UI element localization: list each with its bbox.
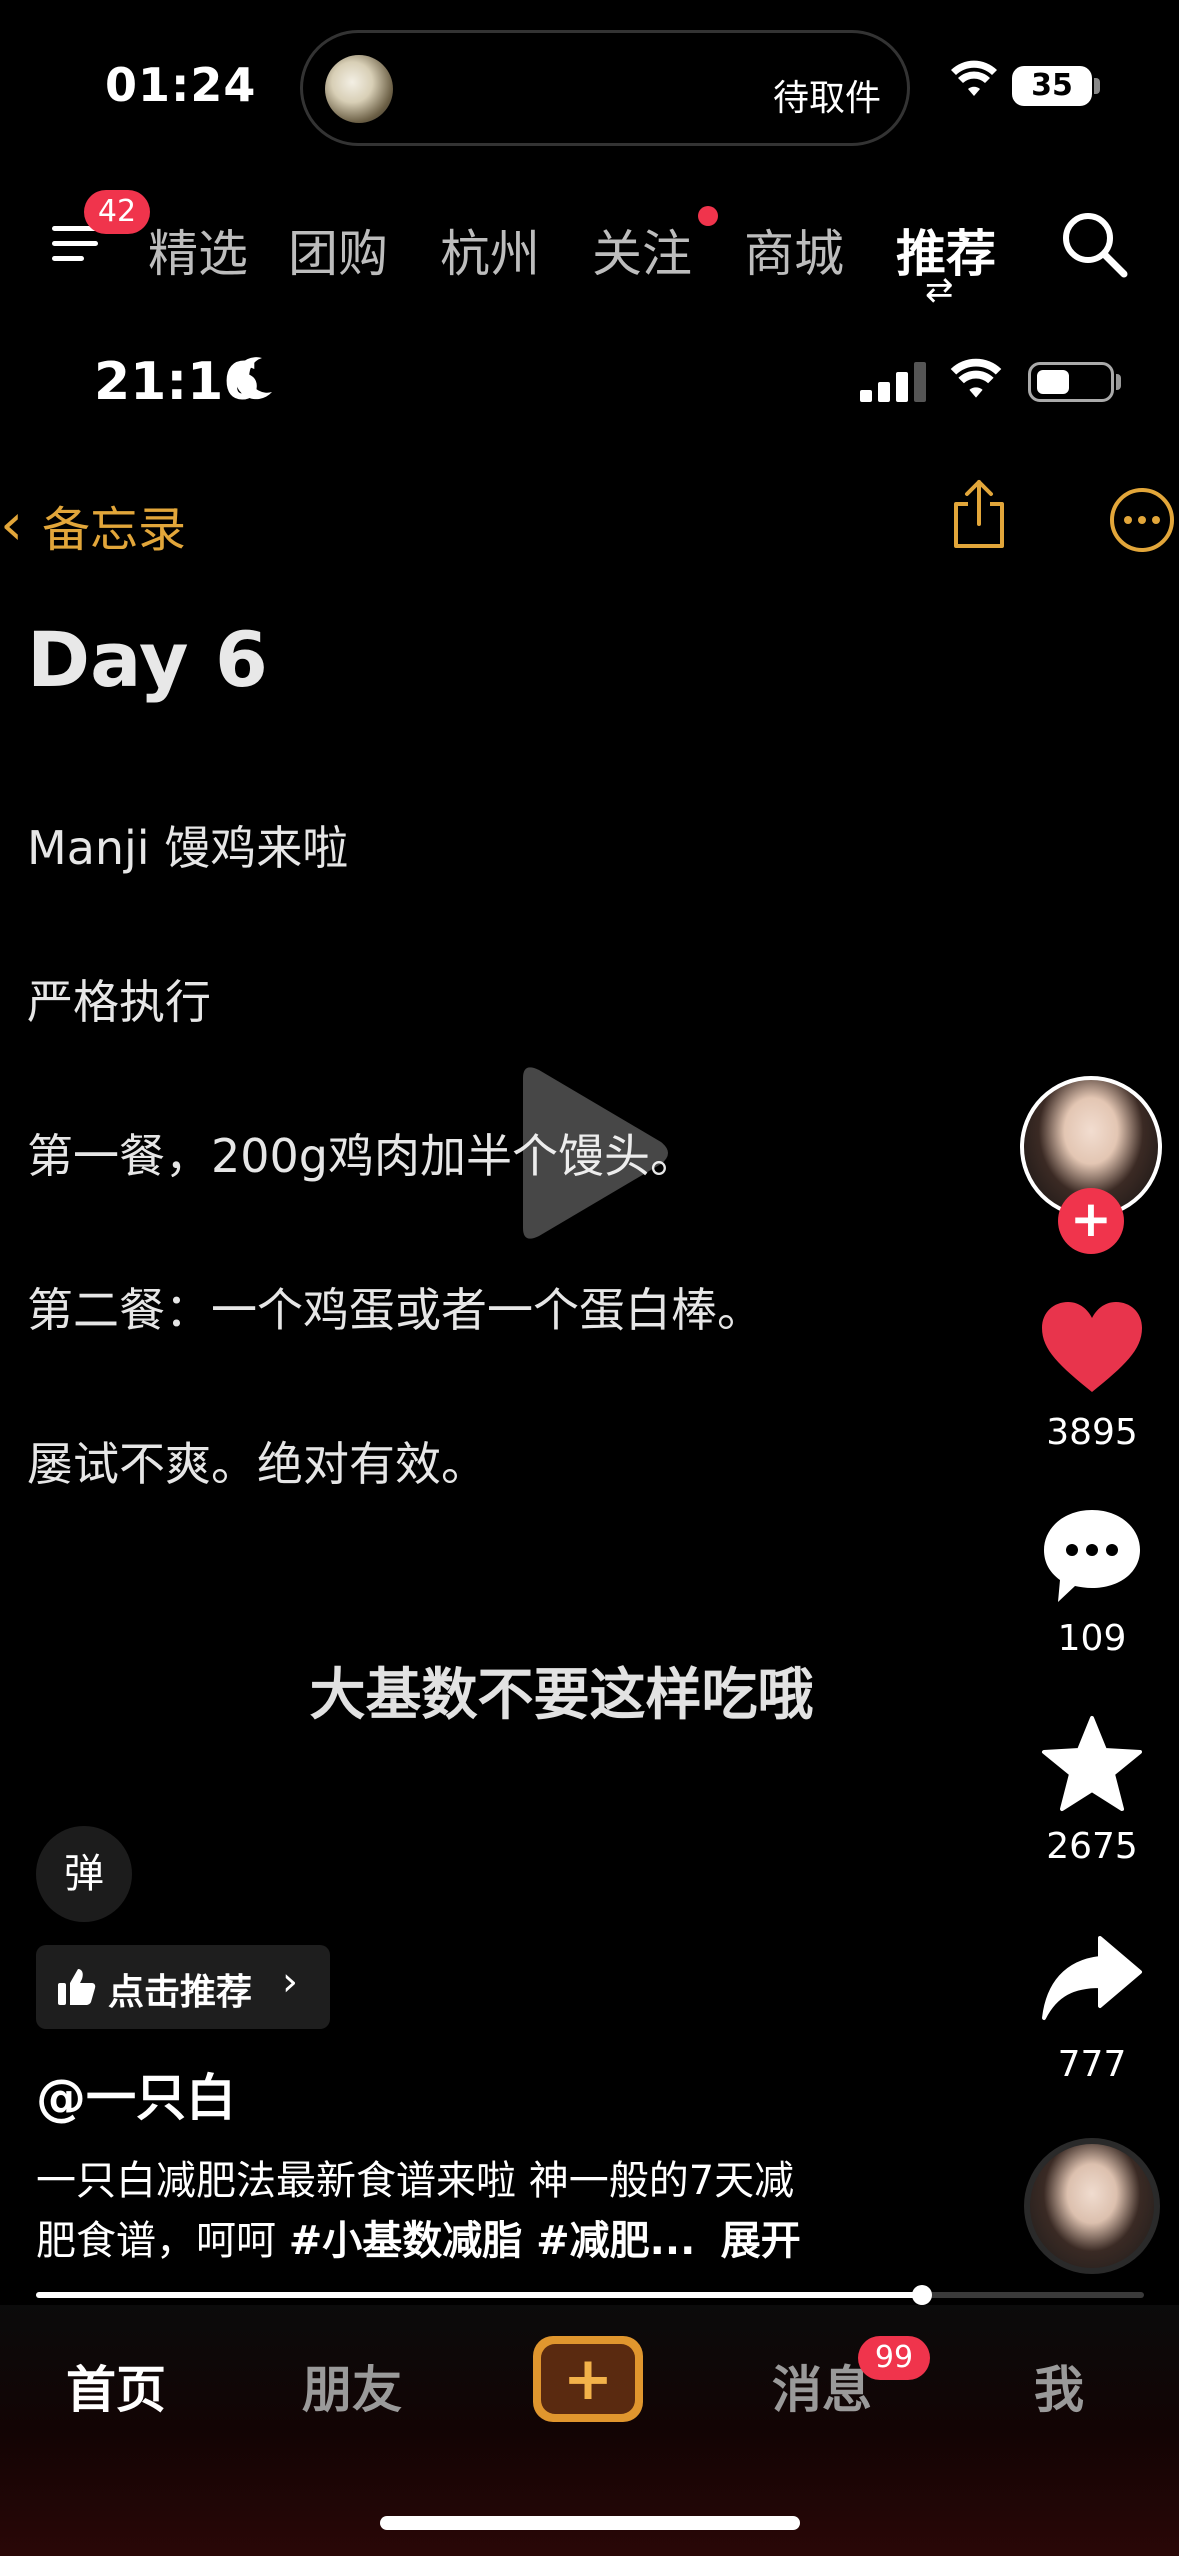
description-text: 肥食谱，呵呵	[36, 2218, 289, 2264]
battery-cap	[1094, 78, 1100, 94]
tab-group-buy[interactable]: 团购	[288, 214, 388, 286]
recommend-label: 点击推荐	[108, 1972, 253, 2013]
switch-arrows-icon: ⇄	[925, 270, 954, 310]
chevron-right-icon: ›	[282, 1959, 298, 2005]
chevron-left-icon: ‹	[0, 490, 24, 558]
following-dot	[698, 206, 718, 226]
notes-back-label: 备忘录	[42, 502, 187, 558]
video-battery-fill	[1037, 370, 1069, 394]
share-icon	[954, 480, 1004, 548]
package-thumbnail	[325, 55, 393, 123]
messages-badge: 99	[858, 2336, 930, 2380]
video-wifi-icon	[950, 358, 1002, 398]
play-icon[interactable]	[505, 1058, 675, 1248]
tab-me[interactable]: 我	[1034, 2350, 1084, 2422]
star-icon[interactable]	[1040, 1714, 1144, 1814]
note-line: 屡试不爽。绝对有效。	[27, 1437, 487, 1491]
tab-messages[interactable]: 消息	[772, 2350, 872, 2422]
share-arrow-icon[interactable]	[1040, 1932, 1144, 2028]
tab-home[interactable]: 首页	[66, 2350, 166, 2422]
search-icon[interactable]	[1060, 210, 1130, 280]
tab-hangzhou[interactable]: 杭州	[440, 214, 540, 286]
note-line: Manji 馒鸡来啦	[27, 821, 349, 875]
cellular-signal-icon	[860, 362, 926, 402]
moon-icon	[235, 357, 272, 400]
video-battery-cap	[1116, 374, 1121, 390]
description-line-2: 肥食谱，呵呵 #小基数减脂 #减肥... 展开	[36, 2208, 936, 2266]
comment-count: 109	[1057, 1618, 1127, 1659]
battery-icon: 35	[1012, 66, 1092, 106]
video-progress[interactable]	[36, 2285, 1144, 2305]
description-line: 一只白减肥法最新食谱来啦 神一般的7天减	[36, 2158, 795, 2204]
hashtags[interactable]: #小基数减脂 #减肥...	[289, 2218, 696, 2264]
menu-badge: 42	[84, 190, 150, 234]
island-label: 待取件	[772, 78, 881, 119]
video-battery-icon	[1028, 362, 1114, 402]
progress-fill	[36, 2292, 923, 2298]
follow-button[interactable]: +	[1058, 1188, 1124, 1254]
author-name[interactable]: @一只白	[36, 2058, 236, 2130]
note-title: Day 6	[27, 615, 268, 704]
create-button[interactable]: +	[533, 2336, 643, 2422]
tab-friends[interactable]: 朋友	[302, 2350, 402, 2422]
thumbs-up-icon	[58, 1969, 96, 2005]
home-indicator	[380, 2516, 800, 2530]
share-count: 777	[1057, 2044, 1127, 2085]
like-count: 3895	[1046, 1412, 1138, 1453]
expand-link[interactable]: 展开	[721, 2218, 801, 2264]
more-icon	[1110, 488, 1174, 552]
danmaku-toggle[interactable]: 弹	[36, 1826, 132, 1922]
tab-mall[interactable]: 商城	[744, 214, 844, 286]
tab-featured[interactable]: 精选	[148, 214, 248, 286]
tab-following[interactable]: 关注	[592, 214, 692, 286]
wifi-icon	[951, 60, 997, 96]
comment-icon[interactable]	[1040, 1506, 1144, 1606]
video-subtitle: 大基数不要这样吃哦	[309, 1663, 814, 1728]
note-line: 严格执行	[27, 975, 211, 1029]
progress-knob[interactable]	[912, 2285, 933, 2305]
dynamic-island[interactable]: 待取件	[300, 30, 910, 146]
recommend-button[interactable]: 点击推荐 ›	[36, 1945, 330, 2029]
plus-icon: +	[541, 2344, 635, 2414]
status-time: 01:24	[105, 58, 257, 112]
favorite-count: 2675	[1046, 1826, 1138, 1867]
note-line: 第二餐：一个鸡蛋或者一个蛋白棒。	[27, 1283, 763, 1337]
heart-icon[interactable]	[1040, 1300, 1144, 1396]
music-disc[interactable]	[1024, 2138, 1160, 2274]
